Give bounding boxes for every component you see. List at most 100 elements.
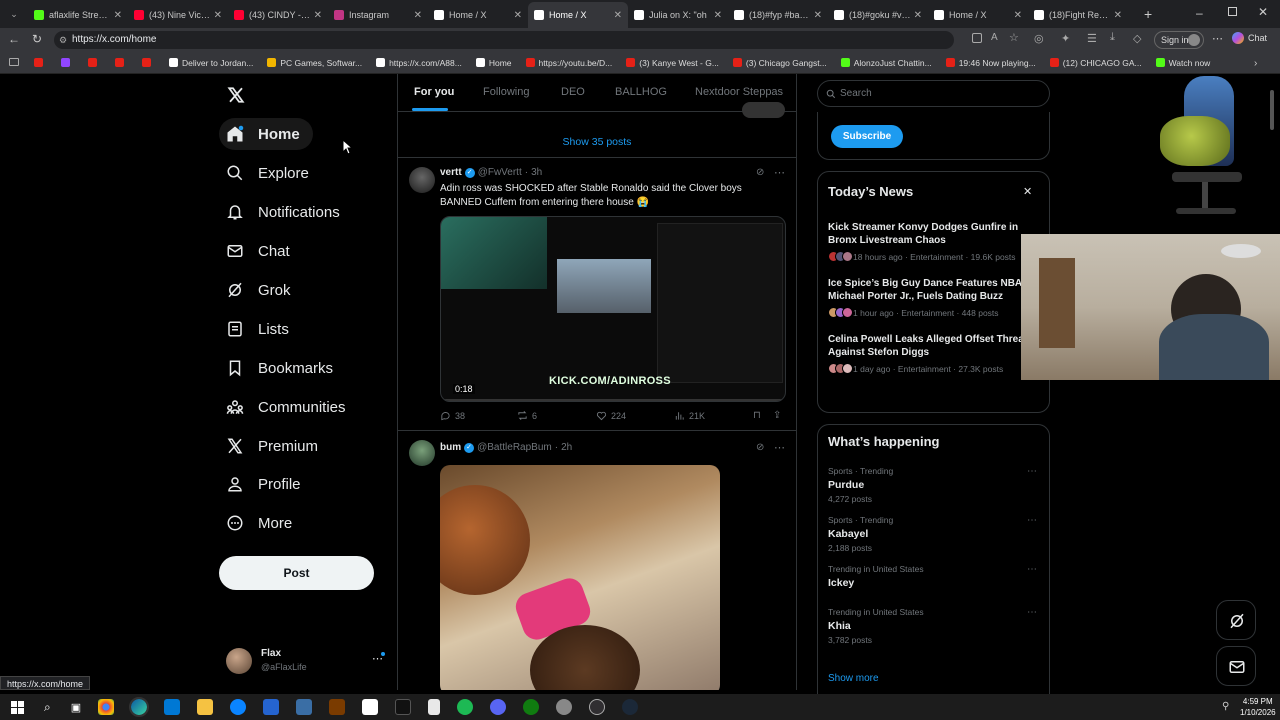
more-dots-icon[interactable]: ⋯ xyxy=(774,166,785,179)
back-icon[interactable]: ← xyxy=(8,32,20,46)
more-dots-icon[interactable]: ⋯ xyxy=(1027,607,1037,618)
show-posts-bar[interactable]: Show 35 posts xyxy=(398,126,796,158)
tab-ballhog[interactable]: BALLHOG xyxy=(615,86,667,98)
author-handle[interactable]: @FwVertt xyxy=(478,167,522,178)
browser-tab[interactable]: Home / X ✕ xyxy=(528,2,628,28)
minimize-icon[interactable]: – xyxy=(1196,6,1203,20)
more-menu-icon[interactable]: ⋯ xyxy=(1212,32,1223,45)
post-avatar[interactable] xyxy=(409,167,435,193)
post-time[interactable]: 3h xyxy=(531,167,542,178)
account-switcher[interactable]: Flax @aFlaxLife ⋯ xyxy=(226,646,386,676)
bookmark-item[interactable]: (12) CHICAGO GA... xyxy=(1049,58,1142,68)
news-item[interactable]: Ice Spice’s Big Guy Dance Features NBA’s… xyxy=(818,277,1049,318)
more-dots-icon[interactable]: ⋯ xyxy=(774,441,785,454)
browser-tab[interactable]: Julia on X: "oh ✕ xyxy=(628,2,728,28)
app-icon[interactable] xyxy=(556,699,573,715)
browser-tab[interactable]: Instagram ✕ xyxy=(328,2,428,28)
trend-item[interactable]: Sports · Trending Kabayel 2,188 posts ⋯ xyxy=(818,515,1049,553)
puzzle-icon[interactable]: ✦ xyxy=(1061,32,1070,45)
nav-item-bookmarks[interactable]: Bookmarks xyxy=(226,359,333,377)
views-button[interactable]: 21K xyxy=(674,410,705,421)
bookmark-item[interactable]: https://x.com/A88... xyxy=(376,58,462,68)
file-explorer-icon[interactable] xyxy=(197,699,214,715)
bookmark-icon[interactable]: ⊓ xyxy=(753,410,761,421)
x-logo-icon[interactable] xyxy=(227,86,245,104)
new-tab-icon[interactable]: + xyxy=(1144,6,1152,22)
post-card[interactable]: bum ✓ @BattleRapBum · 2h ⊘ ⋯ xyxy=(398,432,796,690)
bookmark-item[interactable]: (3) Kanye West - G... xyxy=(626,58,719,68)
collections-icon[interactable]: ☰ xyxy=(1087,32,1097,45)
browser-tab[interactable]: (18)#goku #vegito✕ xyxy=(828,2,928,28)
more-dots-icon[interactable]: ⋯ xyxy=(1027,466,1037,477)
nav-item-grok[interactable]: Grok xyxy=(226,281,291,299)
start-windows-icon[interactable] xyxy=(11,700,24,714)
reload-icon[interactable]: ↻ xyxy=(32,32,42,46)
tab-following[interactable]: Following xyxy=(483,86,529,98)
author-name[interactable]: vertt xyxy=(440,167,462,178)
close-tab-icon[interactable]: ✕ xyxy=(214,10,222,21)
nav-item-communities[interactable]: Communities xyxy=(226,398,346,416)
nav-item-explore[interactable]: Explore xyxy=(226,164,309,182)
extension-icon[interactable]: ◎ xyxy=(1034,32,1044,45)
bookmark-item[interactable] xyxy=(61,58,74,67)
url-field[interactable]: ⚙ https://x.com/home xyxy=(54,31,954,49)
nav-item-home[interactable]: Home xyxy=(226,125,300,143)
close-tab-icon[interactable]: ✕ xyxy=(414,10,422,21)
close-tab-icon[interactable]: ✕ xyxy=(314,10,322,21)
browser-tab[interactable]: (18)Fight Reacts ✕ xyxy=(1028,2,1128,28)
post-video[interactable]: 0:18 KICK.COM/ADINROSS xyxy=(440,216,786,402)
nav-item-premium[interactable]: Premium xyxy=(226,437,318,455)
bookmark-item[interactable]: Watch now xyxy=(1155,58,1210,68)
post-avatar[interactable] xyxy=(409,440,435,466)
bookmark-item[interactable]: AlonzoJust Chattin... xyxy=(840,58,932,68)
browser-tab[interactable]: (18)#fyp #batonro✕ xyxy=(728,2,828,28)
close-tab-icon[interactable]: ✕ xyxy=(1114,10,1122,21)
close-tab-icon[interactable]: ✕ xyxy=(614,10,622,21)
trend-item[interactable]: Trending in United States Ickey ⋯ xyxy=(818,564,1049,589)
post-card[interactable]: vertt ✓ @FwVertt · 3h ⊘ ⋯ Adin ross was … xyxy=(398,159,796,431)
page-scrollbar[interactable] xyxy=(1270,90,1274,130)
app-icon[interactable] xyxy=(296,699,313,715)
app-icon[interactable] xyxy=(263,699,280,715)
close-tab-icon[interactable]: ✕ xyxy=(914,10,922,21)
tab-deo[interactable]: DEO xyxy=(561,86,585,98)
repost-button[interactable]: 6 xyxy=(517,410,537,421)
browser-tab[interactable]: aflaxlife Stream - Watch✕ xyxy=(28,2,128,28)
steam-icon[interactable] xyxy=(622,699,639,715)
more-dots-icon[interactable]: ⋯ xyxy=(1027,515,1037,526)
bookmark-item[interactable]: Deliver to Jordan... xyxy=(169,58,253,68)
nav-item-more[interactable]: More xyxy=(226,514,292,532)
copilot-chat-button[interactable]: Chat xyxy=(1232,32,1267,44)
post-button[interactable]: Post xyxy=(219,556,374,590)
news-item[interactable]: Celina Powell Leaks Alleged Offset Threa… xyxy=(818,333,1049,374)
nav-item-lists[interactable]: Lists xyxy=(226,320,289,338)
close-tab-icon[interactable]: ✕ xyxy=(514,10,522,21)
notepad-icon[interactable] xyxy=(428,699,441,715)
app-icon[interactable] xyxy=(395,699,412,715)
edge-icon[interactable] xyxy=(129,697,150,717)
news-item[interactable]: Kick Streamer Konvy Dodges Gunfire in Br… xyxy=(818,221,1049,262)
site-info-icon[interactable]: ⚙ xyxy=(59,31,67,49)
bookmark-item[interactable]: Home xyxy=(475,58,512,68)
chrome-icon[interactable] xyxy=(98,699,115,715)
bookmarks-overflow-icon[interactable]: › xyxy=(1254,58,1257,69)
font-icon[interactable]: A xyxy=(991,32,998,43)
app-icon[interactable] xyxy=(362,699,379,715)
bookmark-star-icon[interactable]: ☆ xyxy=(1009,31,1019,44)
subscribe-button[interactable]: Subscribe xyxy=(831,125,903,148)
search-icon[interactable]: ⌕ xyxy=(44,700,51,715)
bookmark-item[interactable]: 19:46 Now playing... xyxy=(945,58,1036,68)
show-more-link[interactable]: Show more xyxy=(828,673,879,684)
browser-tab[interactable]: (43) CINDY - Angel✕ xyxy=(228,2,328,28)
post-video[interactable] xyxy=(440,465,720,690)
sign-in-button[interactable]: Sign in xyxy=(1154,31,1204,49)
author-name[interactable]: bum xyxy=(440,442,461,453)
bookmark-item[interactable] xyxy=(115,58,128,67)
bookmark-item[interactable] xyxy=(88,58,101,67)
close-icon[interactable]: ✕ xyxy=(1023,185,1032,198)
wallet-icon[interactable]: ◇ xyxy=(1133,32,1141,45)
grok-icon[interactable]: ⊘ xyxy=(756,442,764,453)
bookmark-item[interactable]: PC Games, Softwar... xyxy=(267,58,362,68)
search-box[interactable]: Search xyxy=(817,80,1050,107)
tray-icon[interactable]: ⚲ xyxy=(1222,701,1229,712)
